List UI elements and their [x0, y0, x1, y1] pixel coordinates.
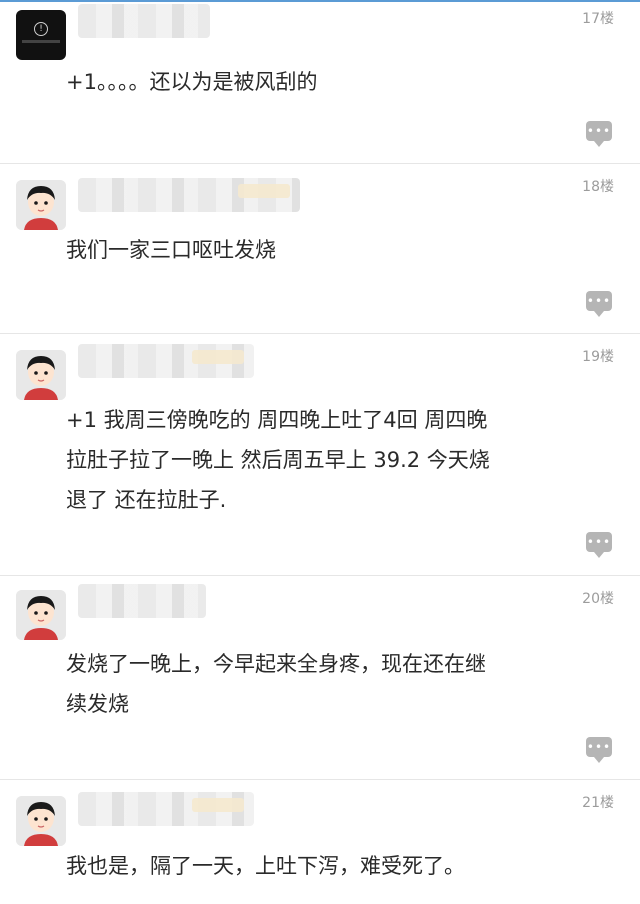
post-item: ! 17楼 +1。。。。还以为是被风刮的 •••	[0, 0, 640, 164]
comment-icon[interactable]: •••	[586, 737, 612, 763]
post-item: 20楼 发烧了一晚上，今早起来全身疼，现在还在继 续发烧 •••	[0, 576, 640, 780]
post-content: 发烧了一晚上，今早起来全身疼，现在还在继 续发烧	[66, 652, 486, 716]
floor-number: 18楼	[582, 179, 614, 195]
post-item: 21楼 我也是，隔了一天，上吐下泻，难受死了。	[0, 780, 640, 904]
user-avatar-icon	[16, 590, 66, 640]
username-blurred[interactable]	[78, 344, 254, 378]
avatar[interactable]	[16, 590, 66, 640]
username-blurred[interactable]	[78, 584, 206, 618]
avatar-caption	[22, 40, 60, 43]
avatar[interactable]	[16, 796, 66, 846]
floor-number: 19楼	[582, 349, 614, 365]
user-avatar-icon	[16, 796, 66, 846]
username-blurred[interactable]	[78, 178, 300, 212]
floor-number: 20楼	[582, 591, 614, 607]
post-content: 我们一家三口呕吐发烧	[66, 238, 276, 262]
user-avatar-icon	[16, 180, 66, 230]
post-item: 18楼 我们一家三口呕吐发烧 •••	[0, 164, 640, 334]
avatar[interactable]	[16, 350, 66, 400]
comment-icon[interactable]: •••	[586, 532, 612, 558]
avatar[interactable]: !	[16, 10, 66, 60]
post-content: +1。。。。还以为是被风刮的	[66, 70, 318, 94]
post-content: 我也是，隔了一天，上吐下泻，难受死了。	[66, 854, 465, 878]
user-avatar-icon	[16, 350, 66, 400]
post-content: +1 我周三傍晚吃的 周四晚上吐了4回 周四晚 拉肚子拉了一晚上 然后周五早上 …	[66, 408, 490, 512]
comment-icon[interactable]: •••	[586, 291, 612, 317]
username-blurred[interactable]	[78, 4, 210, 38]
post-item: 19楼 +1 我周三傍晚吃的 周四晚上吐了4回 周四晚 拉肚子拉了一晚上 然后周…	[0, 334, 640, 576]
floor-number: 17楼	[582, 11, 614, 27]
warning-icon: !	[34, 22, 48, 36]
comment-icon[interactable]: •••	[586, 121, 612, 147]
avatar[interactable]	[16, 180, 66, 230]
floor-number: 21楼	[582, 795, 614, 811]
username-blurred[interactable]	[78, 792, 254, 826]
